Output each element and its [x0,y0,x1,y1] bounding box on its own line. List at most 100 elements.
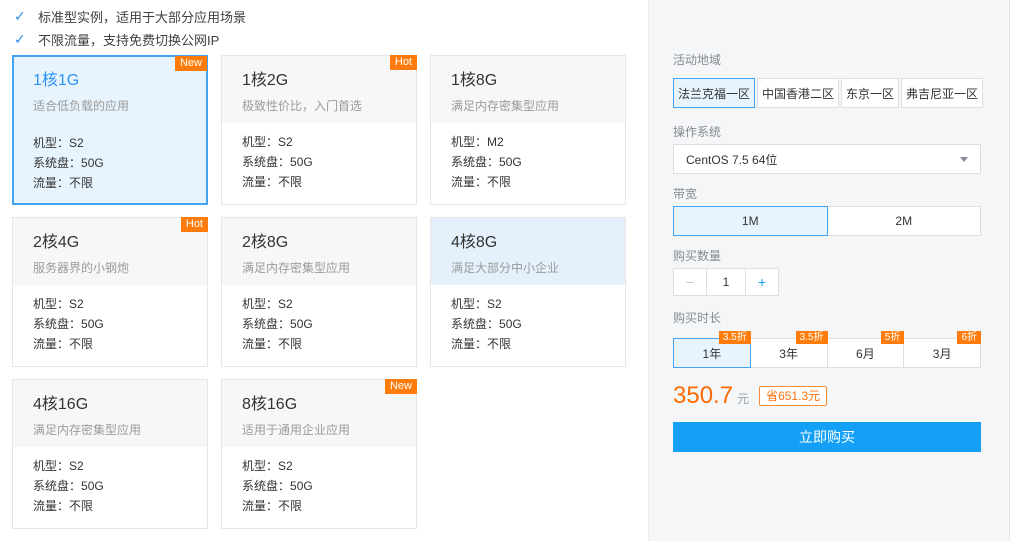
duration-option-3year[interactable]: 3.5折 3年 [749,331,828,368]
spec-disk: 系统盘：50G [451,317,522,331]
hot-badge: Hot [389,55,417,70]
bandwidth-label: 带宽 [673,187,698,201]
plan-card-header: 1核2G 极致性价比，入门首选 [222,56,416,123]
new-badge: New [384,379,417,394]
feature-item: ✓ 标准型实例，适用于大部分应用场景 [14,5,246,28]
duration-option-3month[interactable]: 6折 3月 [903,331,981,368]
price-row: 350.7 元 省651.3元 [673,382,981,410]
spec-traffic: 流量：不限 [451,337,512,351]
chevron-down-icon [960,156,968,162]
plan-card-body: 机型：S2 系统盘：50G 流量：不限 [14,124,206,193]
spec-traffic: 流量：不限 [242,499,303,513]
duration-option-6month[interactable]: 5折 6月 [826,331,905,368]
feature-text: 标准型实例，适用于大部分应用场景 [38,10,247,25]
quantity-increase-button[interactable]: + [745,268,779,296]
discount-badge: 5折 [880,331,905,344]
plan-card-4c16g[interactable]: 4核16G 满足内存密集型应用 机型：S2 系统盘：50G 流量：不限 [12,379,208,529]
spec-model: 机型：S2 [33,459,84,473]
config-panel: 活动地域 法兰克福一区 中国香港二区 东京一区 弗吉尼亚一区 操作系统 Cent… [648,0,1010,541]
spec-disk: 系统盘：50G [451,155,522,169]
quantity-value: 1 [706,268,746,296]
hot-badge: Hot [180,217,208,232]
os-selected-value: CentOS 7.5 64位 [686,152,778,167]
buy-now-button[interactable]: 立即购买 [673,422,981,452]
feature-text: 不限流量，支持免费切换公网IP [38,33,220,48]
duration-options: 3.5折 1年 3.5折 3年 5折 6月 6折 3月 [673,331,981,368]
spec-disk: 系统盘：50G [33,317,104,331]
spec-model: 机型：S2 [242,459,293,473]
region-option-virginia[interactable]: 弗吉尼亚一区 [901,78,984,108]
check-icon: ✓ [14,31,26,47]
os-select[interactable]: CentOS 7.5 64位 [673,144,981,174]
plan-description: 适合低负载的应用 [33,99,130,113]
discount-badge: 3.5折 [795,331,828,344]
plan-card-header: 1核8G 满足内存密集型应用 [431,56,625,123]
plan-title: 4核8G [451,234,498,251]
plan-title: 8核16G [242,396,298,413]
os-label: 操作系统 [673,125,722,139]
plan-card-2c4g[interactable]: Hot 2核4G 服务器界的小钢炮 机型：S2 系统盘：50G 流量：不限 [12,217,208,367]
plan-card-body: 机型：S2 系统盘：50G 流量：不限 [222,447,416,516]
purchase-page: ✓ 标准型实例，适用于大部分应用场景 ✓ 不限流量，支持免费切换公网IP New… [0,0,1024,541]
spec-disk: 系统盘：50G [242,317,313,331]
spec-model: 机型：S2 [33,136,84,150]
region-option-tokyo[interactable]: 东京一区 [841,78,900,108]
plan-description: 满足大部分中小企业 [451,261,560,275]
discount-badge: 3.5折 [718,331,751,344]
plan-title: 1核1G [33,72,80,89]
spec-traffic: 流量：不限 [33,499,94,513]
quantity-label: 购买数量 [673,249,722,263]
spec-traffic: 流量：不限 [242,175,303,189]
plan-description: 满足内存密集型应用 [33,423,142,437]
spec-traffic: 流量：不限 [33,337,94,351]
plan-title: 4核16G [33,396,89,413]
plan-title: 2核8G [242,234,289,251]
plan-description: 满足内存密集型应用 [242,261,351,275]
plan-card-body: 机型：S2 系统盘：50G 流量：不限 [222,285,416,354]
duration-option-1year[interactable]: 3.5折 1年 [673,331,751,368]
spec-disk: 系统盘：50G [242,155,313,169]
plan-card-body: 机型：M2 系统盘：50G 流量：不限 [431,123,625,192]
plan-title: 2核4G [33,234,80,251]
spec-traffic: 流量：不限 [242,337,303,351]
new-badge: New [174,56,207,71]
spec-model: 机型：S2 [242,135,293,149]
spec-disk: 系统盘：50G [33,156,104,170]
quantity-stepper: − 1 + [673,268,981,296]
bandwidth-options: 1M 2M [673,206,981,236]
spec-model: 机型：S2 [242,297,293,311]
discount-badge: 6折 [957,331,981,344]
spec-traffic: 流量：不限 [451,175,512,189]
feature-list: ✓ 标准型实例，适用于大部分应用场景 ✓ 不限流量，支持免费切换公网IP [14,5,246,51]
duration-label: 购买时长 [673,311,722,325]
spec-model: 机型：S2 [33,297,84,311]
plan-card-body: 机型：S2 系统盘：50G 流量：不限 [222,123,416,192]
plan-card-body: 机型：S2 系统盘：50G 流量：不限 [431,285,625,354]
bandwidth-option-1m[interactable]: 1M [673,206,828,236]
quantity-decrease-button[interactable]: − [673,268,707,296]
region-options: 法兰克福一区 中国香港二区 东京一区 弗吉尼亚一区 [673,78,984,108]
plan-card-grid: New 1核1G 适合低负载的应用 机型：S2 系统盘：50G 流量：不限 Ho… [12,55,626,529]
plan-card-header: 2核8G 满足内存密集型应用 [222,218,416,285]
plan-title: 1核8G [451,72,498,89]
plan-card-1c8g[interactable]: 1核8G 满足内存密集型应用 机型：M2 系统盘：50G 流量：不限 [430,55,626,205]
plan-card-4c8g[interactable]: 4核8G 满足大部分中小企业 机型：S2 系统盘：50G 流量：不限 [430,217,626,367]
region-option-frankfurt[interactable]: 法兰克福一区 [673,78,756,108]
check-icon: ✓ [14,8,26,24]
plan-card-1c2g[interactable]: Hot 1核2G 极致性价比，入门首选 机型：S2 系统盘：50G 流量：不限 [221,55,417,205]
region-option-hongkong[interactable]: 中国香港二区 [757,78,840,108]
savings-badge: 省651.3元 [759,386,828,406]
feature-item: ✓ 不限流量，支持免费切换公网IP [14,28,246,51]
region-label: 活动地域 [673,53,722,67]
spec-model: 机型：S2 [451,297,502,311]
bandwidth-option-2m[interactable]: 2M [826,206,981,236]
plan-description: 极致性价比，入门首选 [242,99,363,113]
price-unit: 元 [737,392,750,406]
plan-card-body: 机型：S2 系统盘：50G 流量：不限 [13,285,207,354]
plan-card-header: 4核8G 满足大部分中小企业 [431,218,625,285]
spec-traffic: 流量：不限 [33,176,94,190]
plan-card-8c16g[interactable]: New 8核16G 适用于通用企业应用 机型：S2 系统盘：50G 流量：不限 [221,379,417,529]
plan-card-2c8g[interactable]: 2核8G 满足内存密集型应用 机型：S2 系统盘：50G 流量：不限 [221,217,417,367]
plan-card-1c1g[interactable]: New 1核1G 适合低负载的应用 机型：S2 系统盘：50G 流量：不限 [12,55,208,205]
plan-card-header: 2核4G 服务器界的小钢炮 [13,218,207,285]
